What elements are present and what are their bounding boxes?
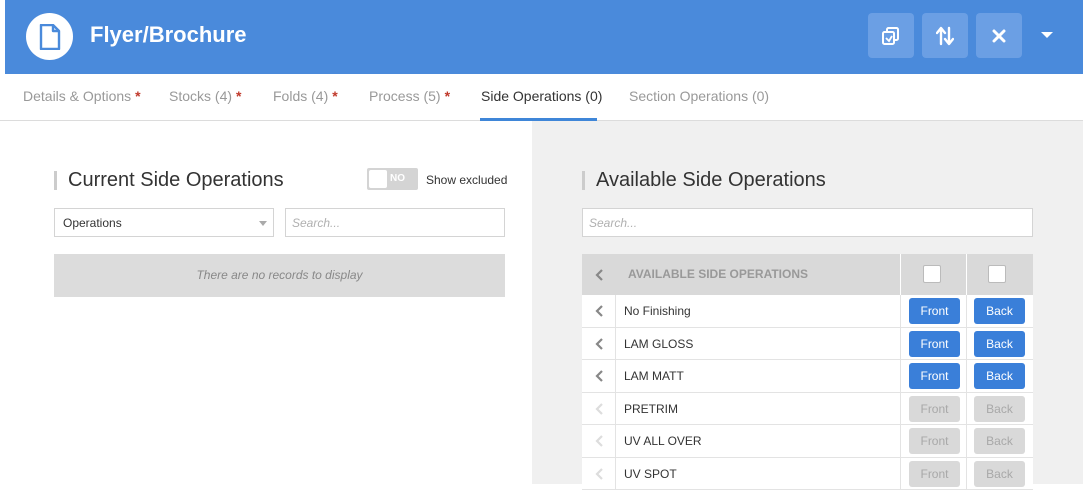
move-left-icon[interactable] <box>582 458 616 490</box>
table-row: No Finishing Front Back <box>582 295 1033 328</box>
operations-select-value: Operations <box>63 216 122 230</box>
back-button[interactable]: Back <box>974 428 1025 454</box>
table-row: LAM MATT Front Back <box>582 360 1033 393</box>
empty-records-message: There are no records to display <box>54 254 505 297</box>
current-side-operations-panel: Current Side Operations NO Show excluded… <box>0 121 532 484</box>
operation-name: LAM MATT <box>624 369 684 383</box>
front-button[interactable]: Front <box>909 331 960 357</box>
move-left-icon[interactable] <box>582 393 616 425</box>
column-header-operations: AVAILABLE SIDE OPERATIONS <box>628 267 808 281</box>
tab-section-operations[interactable]: Section Operations (0) <box>629 88 769 104</box>
back-button[interactable]: Back <box>974 461 1025 487</box>
operation-name: UV ALL OVER <box>624 434 702 448</box>
chevron-down-icon[interactable] <box>1038 28 1056 42</box>
move-left-icon[interactable] <box>582 295 616 327</box>
operation-name: LAM GLOSS <box>624 337 693 351</box>
available-section-title: Available Side Operations <box>582 169 826 192</box>
move-left-icon[interactable] <box>582 425 616 457</box>
page-title: Flyer/Brochure <box>90 22 247 48</box>
table-row: UV ALL OVER Front Back <box>582 425 1033 458</box>
document-icon <box>26 13 73 60</box>
current-section-title: Current Side Operations <box>54 169 284 192</box>
table-row: LAM GLOSS Front Back <box>582 328 1033 361</box>
operation-name: No Finishing <box>624 304 691 318</box>
show-excluded-toggle[interactable]: NO <box>367 168 418 190</box>
move-left-icon[interactable] <box>582 360 616 392</box>
copy-button[interactable] <box>868 13 914 58</box>
show-excluded-label: Show excluded <box>426 173 507 187</box>
tab-stocks[interactable]: Stocks (4)* <box>169 88 241 104</box>
move-all-left-icon[interactable] <box>582 254 616 295</box>
toggle-label: NO <box>390 173 405 184</box>
select-all-front-checkbox[interactable] <box>923 265 941 283</box>
operations-select[interactable]: Operations <box>54 208 274 237</box>
available-operations-table: AVAILABLE SIDE OPERATIONS No Finishing Fr… <box>582 254 1033 490</box>
tab-side-operations[interactable]: Side Operations (0) <box>481 88 602 104</box>
app-header: Flyer/Brochure <box>5 0 1083 74</box>
move-left-icon[interactable] <box>582 328 616 360</box>
table-row: PRETRIM Front Back <box>582 393 1033 426</box>
sort-button[interactable] <box>922 13 968 58</box>
front-button[interactable]: Front <box>909 396 960 422</box>
close-button[interactable] <box>976 13 1022 58</box>
back-button[interactable]: Back <box>974 331 1025 357</box>
table-row: UV SPOT Front Back <box>582 458 1033 490</box>
select-all-back-checkbox[interactable] <box>988 265 1006 283</box>
front-button[interactable]: Front <box>909 461 960 487</box>
available-search-input[interactable]: Search... <box>582 208 1033 237</box>
copy-icon <box>881 26 901 46</box>
tab-folds[interactable]: Folds (4)* <box>273 88 338 104</box>
front-button[interactable]: Front <box>909 298 960 324</box>
tab-bar: Details & Options* Stocks (4)* Folds (4)… <box>0 74 1083 121</box>
sort-icon <box>936 26 954 46</box>
current-search-input[interactable]: Search... <box>285 208 505 237</box>
close-icon <box>992 29 1006 43</box>
toggle-knob <box>369 170 387 188</box>
operation-name: PRETRIM <box>624 402 678 416</box>
back-button[interactable]: Back <box>974 363 1025 389</box>
operation-name: UV SPOT <box>624 467 677 481</box>
tab-details-options[interactable]: Details & Options* <box>23 88 141 104</box>
table-header: AVAILABLE SIDE OPERATIONS <box>582 254 1033 295</box>
select-caret-icon <box>259 221 267 226</box>
back-button[interactable]: Back <box>974 298 1025 324</box>
available-side-operations-panel: Available Side Operations Search... AVAI… <box>532 121 1083 484</box>
front-button[interactable]: Front <box>909 363 960 389</box>
back-button[interactable]: Back <box>974 396 1025 422</box>
tab-process[interactable]: Process (5)* <box>369 88 450 104</box>
front-button[interactable]: Front <box>909 428 960 454</box>
